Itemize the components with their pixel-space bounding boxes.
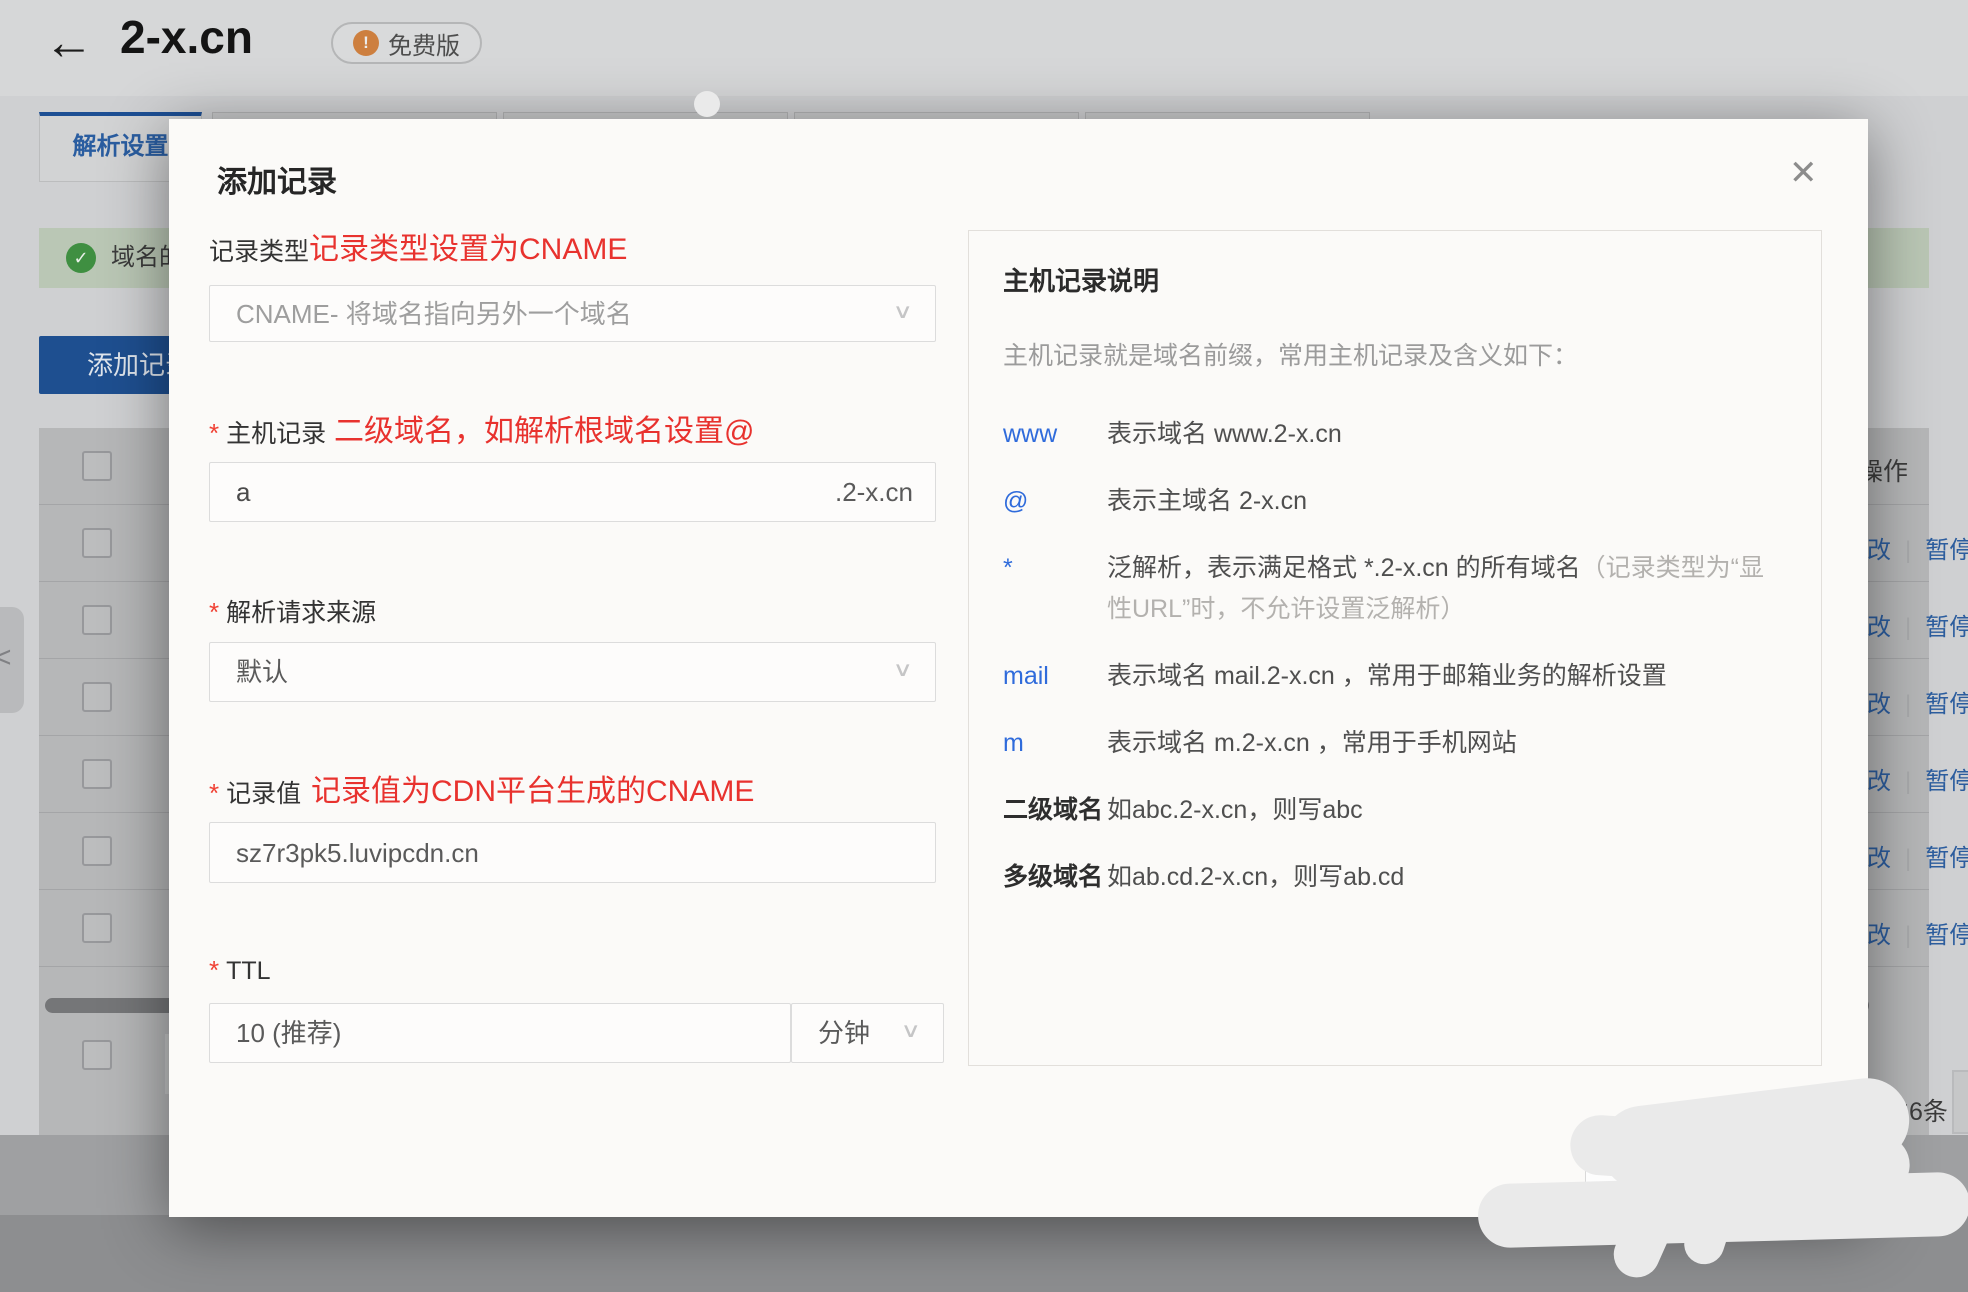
add-record-dialog: 添加记录 ✕ 记录类型 记录类型设置为CNAME CNAME- 将域名指向另外一… <box>169 119 1868 1217</box>
row-checkbox[interactable] <box>82 682 112 712</box>
help-row-multi-level: 多级域名 如ab.cd.2-x.cn，则写ab.cd <box>1003 857 1787 898</box>
domain-title: 2-x.cn <box>120 10 253 64</box>
help-row-m: m 表示域名 m.2-x.cn ，常用于手机网站 <box>1003 723 1787 764</box>
help-title: 主机记录说明 <box>1003 261 1787 298</box>
pause-link[interactable]: 暂停 <box>1925 614 1968 641</box>
check-circle-icon: ✓ <box>66 243 96 273</box>
action-divider: | <box>1905 845 1911 872</box>
chevron-left-icon: < <box>0 641 12 675</box>
help-row-wildcard: * 泛解析，表示满足格式 *.2-x.cn 的所有域名（记录类型为“显性URL”… <box>1003 548 1787 630</box>
record-type-select[interactable]: CNAME- 将域名指向另外一个域名 ∨ <box>209 285 936 342</box>
pagination-box[interactable] <box>1952 1070 1968 1134</box>
dialog-title: 添加记录 <box>217 157 337 201</box>
row-checkbox[interactable] <box>82 836 112 866</box>
help-row-www: www 表示域名 www.2-x.cn <box>1003 414 1787 455</box>
action-divider: | <box>1905 691 1911 718</box>
ttl-input[interactable]: 10 (推荐) <box>209 1003 791 1063</box>
host-record-annotation: 二级域名，如解析根域名设置@ <box>334 406 754 450</box>
action-divider: | <box>1905 922 1911 949</box>
chevron-down-icon: ∨ <box>893 660 914 680</box>
record-type-label: 记录类型 <box>209 232 309 268</box>
ttl-unit-select[interactable]: 分钟 ∨ <box>791 1003 944 1063</box>
record-value-input[interactable]: sz7r3pk5.luvipcdn.cn <box>209 822 936 883</box>
domain-suffix: .2-x.cn <box>835 479 913 505</box>
dns-source-select[interactable]: 默认 ∨ <box>209 642 936 702</box>
host-record-label: *主机记录 <box>209 414 326 450</box>
row-checkbox[interactable] <box>82 913 112 943</box>
pause-link[interactable]: 暂停 <box>1925 845 1968 872</box>
plan-badge: ! 免费版 <box>331 22 482 64</box>
action-divider: | <box>1905 614 1911 641</box>
action-divider: | <box>1905 768 1911 795</box>
marker-dot <box>694 91 720 117</box>
pause-link[interactable]: 暂停 <box>1925 922 1968 949</box>
record-type-annotation: 记录类型设置为CNAME <box>309 224 627 268</box>
help-row-at: @ 表示主域名 2-x.cn <box>1003 481 1787 522</box>
page-header <box>0 0 1968 96</box>
footer-checkbox[interactable] <box>82 1040 112 1070</box>
action-divider: | <box>1905 537 1911 564</box>
pause-link[interactable]: 暂停 <box>1925 768 1968 795</box>
plan-badge-label: 免费版 <box>388 26 460 61</box>
pause-link[interactable]: 暂停 <box>1925 691 1968 718</box>
back-icon[interactable]: ← <box>44 14 94 70</box>
record-value-label: *记录值 <box>209 774 301 810</box>
ttl-label: *TTL <box>209 955 271 986</box>
record-value-annotation: 记录值为CDN平台生成的CNAME <box>311 766 754 810</box>
chevron-down-icon: ∨ <box>893 301 914 321</box>
pause-link[interactable]: 暂停 <box>1925 537 1968 564</box>
chevron-down-icon: ∨ <box>901 1021 922 1041</box>
screen: ← 2-x.cn ! 免费版 解析设置 ✓ 域名的 添加记录 操作 修改|暂停 <box>0 0 1968 1292</box>
row-checkbox[interactable] <box>82 528 112 558</box>
close-icon[interactable]: ✕ <box>1789 153 1818 193</box>
help-row-second-level: 二级域名 如abc.2-x.cn，则写abc <box>1003 790 1787 831</box>
dns-source-label: *解析请求来源 <box>209 593 376 629</box>
row-checkbox[interactable] <box>82 605 112 635</box>
host-record-help-panel: 主机记录说明 主机记录就是域名前缀，常用主机记录及含义如下： www 表示域名 … <box>968 230 1822 1066</box>
shield-icon: ! <box>353 30 379 56</box>
select-all-checkbox[interactable] <box>82 451 112 481</box>
help-row-mail: mail 表示域名 mail.2-x.cn ，常用于邮箱业务的解析设置 <box>1003 656 1787 697</box>
row-checkbox[interactable] <box>82 759 112 789</box>
host-record-input[interactable]: a .2-x.cn <box>209 462 936 522</box>
help-intro: 主机记录就是域名前缀，常用主机记录及含义如下： <box>1003 336 1787 372</box>
marker-scribble <box>1477 1172 1968 1249</box>
sidebar-collapse-handle[interactable]: < <box>0 607 24 713</box>
